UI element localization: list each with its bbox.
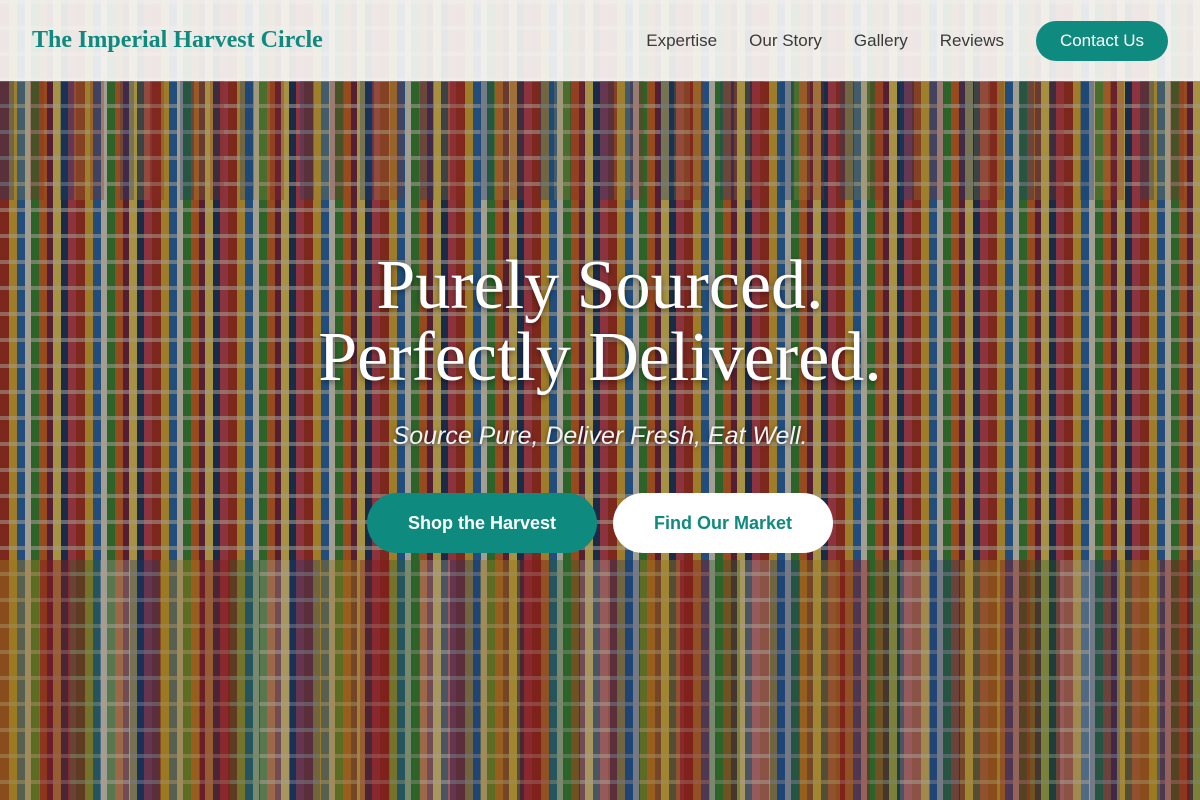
nav-link-reviews[interactable]: Reviews [940,31,1004,51]
hero-tagline: Source Pure, Deliver Fresh, Eat Well. [392,422,808,450]
nav-link-our-story[interactable]: Our Story [749,31,822,51]
hero-title: Purely Sourced. Perfectly Delivered. [0,250,1200,394]
brand-logo-text[interactable]: The Imperial Harvest Circle [32,27,323,54]
nav-link-expertise[interactable]: Expertise [646,31,717,51]
hero-section: Purely Sourced. Perfectly Delivered. Sou… [0,250,1200,553]
hero-title-line-1: Purely Sourced. [376,247,824,324]
main-nav: Expertise Our Story Gallery Reviews Cont… [646,20,1168,61]
site-header: The Imperial Harvest Circle Expertise Ou… [0,0,1200,81]
find-market-button[interactable]: Find Our Market [613,493,833,553]
hero-actions: Shop the Harvest Find Our Market [0,493,1200,553]
shop-harvest-button[interactable]: Shop the Harvest [367,493,597,553]
contact-us-button[interactable]: Contact Us [1036,20,1168,61]
nav-link-gallery[interactable]: Gallery [854,31,908,51]
hero-title-line-2: Perfectly Delivered. [318,319,882,396]
